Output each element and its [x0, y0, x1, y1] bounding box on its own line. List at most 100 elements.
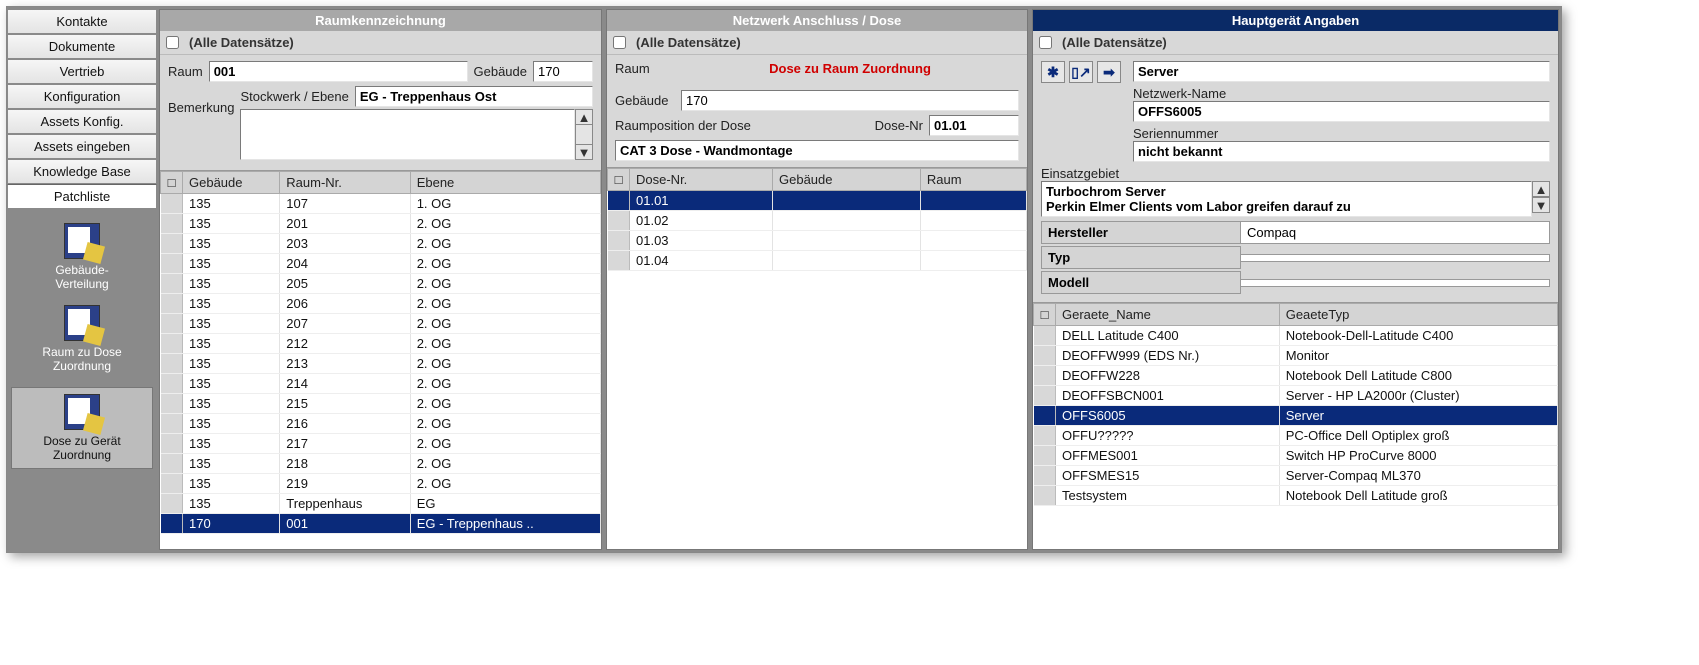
table-row[interactable]: 1352142. OG [161, 374, 601, 394]
col-header[interactable]: GeaeteTyp [1279, 304, 1557, 326]
table-row[interactable]: 1352042. OG [161, 254, 601, 274]
table-row[interactable]: OFFSMES15Server-Compaq ML370 [1034, 466, 1558, 486]
panel3-toolbar: ✱ ▯↗ ➡ [1041, 61, 1121, 83]
kv-value[interactable] [1241, 254, 1550, 262]
table-row[interactable]: 1352062. OG [161, 294, 601, 314]
nav-knowledge-base[interactable]: Knowledge Base [7, 159, 157, 184]
select-all-checkbox[interactable]: □ [1034, 304, 1056, 326]
label-gebaeude: Gebäude [474, 64, 528, 79]
nav-assets-eingeben[interactable]: Assets eingeben [7, 134, 157, 159]
form-icon [64, 394, 100, 430]
table-row[interactable]: 1352012. OG [161, 214, 601, 234]
label-sn: Seriennummer [1133, 126, 1218, 141]
col-header[interactable]: Raum [920, 169, 1026, 191]
textarea-bemerkung[interactable] [240, 109, 575, 160]
nav-patchliste[interactable]: Patchliste [7, 184, 157, 209]
table-row[interactable]: 01.01 [608, 191, 1027, 211]
panel2-allrecords-checkbox[interactable] [613, 36, 626, 49]
table-row[interactable]: 1352172. OG [161, 434, 601, 454]
table-row[interactable]: DEOFFSBCN001Server - HP LA2000r (Cluster… [1034, 386, 1558, 406]
goto-button[interactable]: ▯↗ [1069, 61, 1093, 83]
panel2-allrecords-label: (Alle Datensätze) [636, 35, 741, 50]
einsatz-scroll-up[interactable]: ▲ [1532, 181, 1550, 197]
input-p2-raumpos[interactable] [615, 140, 1019, 161]
side-tool-2[interactable]: Dose zu Gerät Zuordnung [11, 387, 153, 469]
table-row[interactable]: 170001EG - Treppenhaus .. [161, 514, 601, 534]
nav-assets-konfig-[interactable]: Assets Konfig. [7, 109, 157, 134]
panel1-allrecords-checkbox[interactable] [166, 36, 179, 49]
panel2-table[interactable]: □Dose-Nr.GebäudeRaum01.0101.0201.0301.04 [607, 167, 1027, 549]
form-icon [64, 305, 100, 341]
kv-value[interactable] [1241, 279, 1550, 287]
table-row[interactable]: 1352182. OG [161, 454, 601, 474]
table-row[interactable]: 1352162. OG [161, 414, 601, 434]
input-raum[interactable] [209, 61, 468, 82]
sidebar: KontakteDokumenteVertriebKonfigurationAs… [7, 7, 157, 552]
next-button[interactable]: ➡ [1097, 61, 1121, 83]
input-device-type[interactable] [1133, 61, 1550, 82]
side-tool-1[interactable]: Raum zu Dose Zuordnung [11, 305, 153, 373]
table-row[interactable]: DEOFFW228Notebook Dell Latitude C800 [1034, 366, 1558, 386]
input-stockwerk[interactable] [355, 86, 593, 107]
table-row[interactable]: OFFMES001Switch HP ProCurve 8000 [1034, 446, 1558, 466]
col-header[interactable]: Gebäude [183, 172, 280, 194]
col-header[interactable]: Gebäude [773, 169, 921, 191]
table-row[interactable]: 1352132. OG [161, 354, 601, 374]
table-row[interactable]: DEOFFW999 (EDS Nr.)Monitor [1034, 346, 1558, 366]
bemerkung-scroll-down[interactable]: ▼ [575, 144, 593, 160]
panel3-table[interactable]: □Geraete_NameGeaeteTypDELL Latitude C400… [1033, 302, 1558, 549]
label-p2-raum: Raum [615, 61, 675, 76]
new-record-button[interactable]: ✱ [1041, 61, 1065, 83]
table-row[interactable]: 1352192. OG [161, 474, 601, 494]
nav-vertrieb[interactable]: Vertrieb [7, 59, 157, 84]
table-row[interactable]: 135TreppenhausEG [161, 494, 601, 514]
table-row[interactable]: TestsystemNotebook Dell Latitude groß [1034, 486, 1558, 506]
input-netname[interactable] [1133, 101, 1550, 122]
table-row[interactable]: 1352032. OG [161, 234, 601, 254]
panel3-title: Hauptgerät Angaben [1033, 10, 1558, 31]
panel1-allrecords-label: (Alle Datensätze) [189, 35, 294, 50]
select-all-checkbox[interactable]: □ [161, 172, 183, 194]
input-p2-gebaeude[interactable] [681, 90, 1019, 111]
select-all-checkbox[interactable]: □ [608, 169, 630, 191]
nav-kontakte[interactable]: Kontakte [7, 9, 157, 34]
col-header[interactable]: Ebene [410, 172, 600, 194]
col-header[interactable]: Dose-Nr. [630, 169, 773, 191]
table-row[interactable]: OFFU?????PC-Office Dell Optiplex groß [1034, 426, 1558, 446]
col-header[interactable]: Raum-Nr. [280, 172, 410, 194]
nav-dokumente[interactable]: Dokumente [7, 34, 157, 59]
panel-raumkennzeichnung: Raumkennzeichnung (Alle Datensätze) Raum… [159, 9, 602, 550]
table-row[interactable]: 1352122. OG [161, 334, 601, 354]
input-sn[interactable] [1133, 141, 1550, 162]
label-raum: Raum [168, 64, 203, 79]
table-row[interactable]: 01.03 [608, 231, 1027, 251]
table-row[interactable]: 01.04 [608, 251, 1027, 271]
label-netname: Netzwerk-Name [1133, 86, 1226, 101]
kv-row: HerstellerCompaq [1041, 221, 1550, 244]
side-tool-label: Raum zu Dose Zuordnung [42, 345, 121, 373]
panel1-table[interactable]: □GebäudeRaum-Nr.Ebene1351071. OG1352012.… [160, 170, 601, 549]
label-bemerkung: Bemerkung [168, 86, 234, 115]
table-row[interactable]: OFFS6005Server [1034, 406, 1558, 426]
label-p2-dosenr: Dose-Nr [875, 118, 923, 133]
table-row[interactable]: 1352052. OG [161, 274, 601, 294]
table-row[interactable]: DELL Latitude C400Notebook-Dell-Latitude… [1034, 326, 1558, 346]
panel3-allrecords-checkbox[interactable] [1039, 36, 1052, 49]
col-header[interactable]: Geraete_Name [1056, 304, 1280, 326]
textarea-einsatz[interactable] [1041, 181, 1532, 217]
table-row[interactable]: 1351071. OG [161, 194, 601, 214]
table-row[interactable]: 1352072. OG [161, 314, 601, 334]
kv-value[interactable]: Compaq [1241, 221, 1550, 244]
input-gebaeude[interactable] [533, 61, 593, 82]
table-row[interactable]: 01.02 [608, 211, 1027, 231]
side-tool-0[interactable]: Gebäude- Verteilung [11, 223, 153, 291]
nav-konfiguration[interactable]: Konfiguration [7, 84, 157, 109]
bemerkung-scroll-up[interactable]: ▲ [575, 109, 593, 125]
input-p2-dosenr[interactable] [929, 115, 1019, 136]
side-tool-label: Dose zu Gerät Zuordnung [43, 434, 120, 462]
einsatz-scroll-down[interactable]: ▼ [1532, 197, 1550, 213]
kv-row: Modell [1041, 271, 1550, 294]
panel3-allrecords-label: (Alle Datensätze) [1062, 35, 1167, 50]
table-row[interactable]: 1352152. OG [161, 394, 601, 414]
side-tool-label: Gebäude- Verteilung [55, 263, 108, 291]
